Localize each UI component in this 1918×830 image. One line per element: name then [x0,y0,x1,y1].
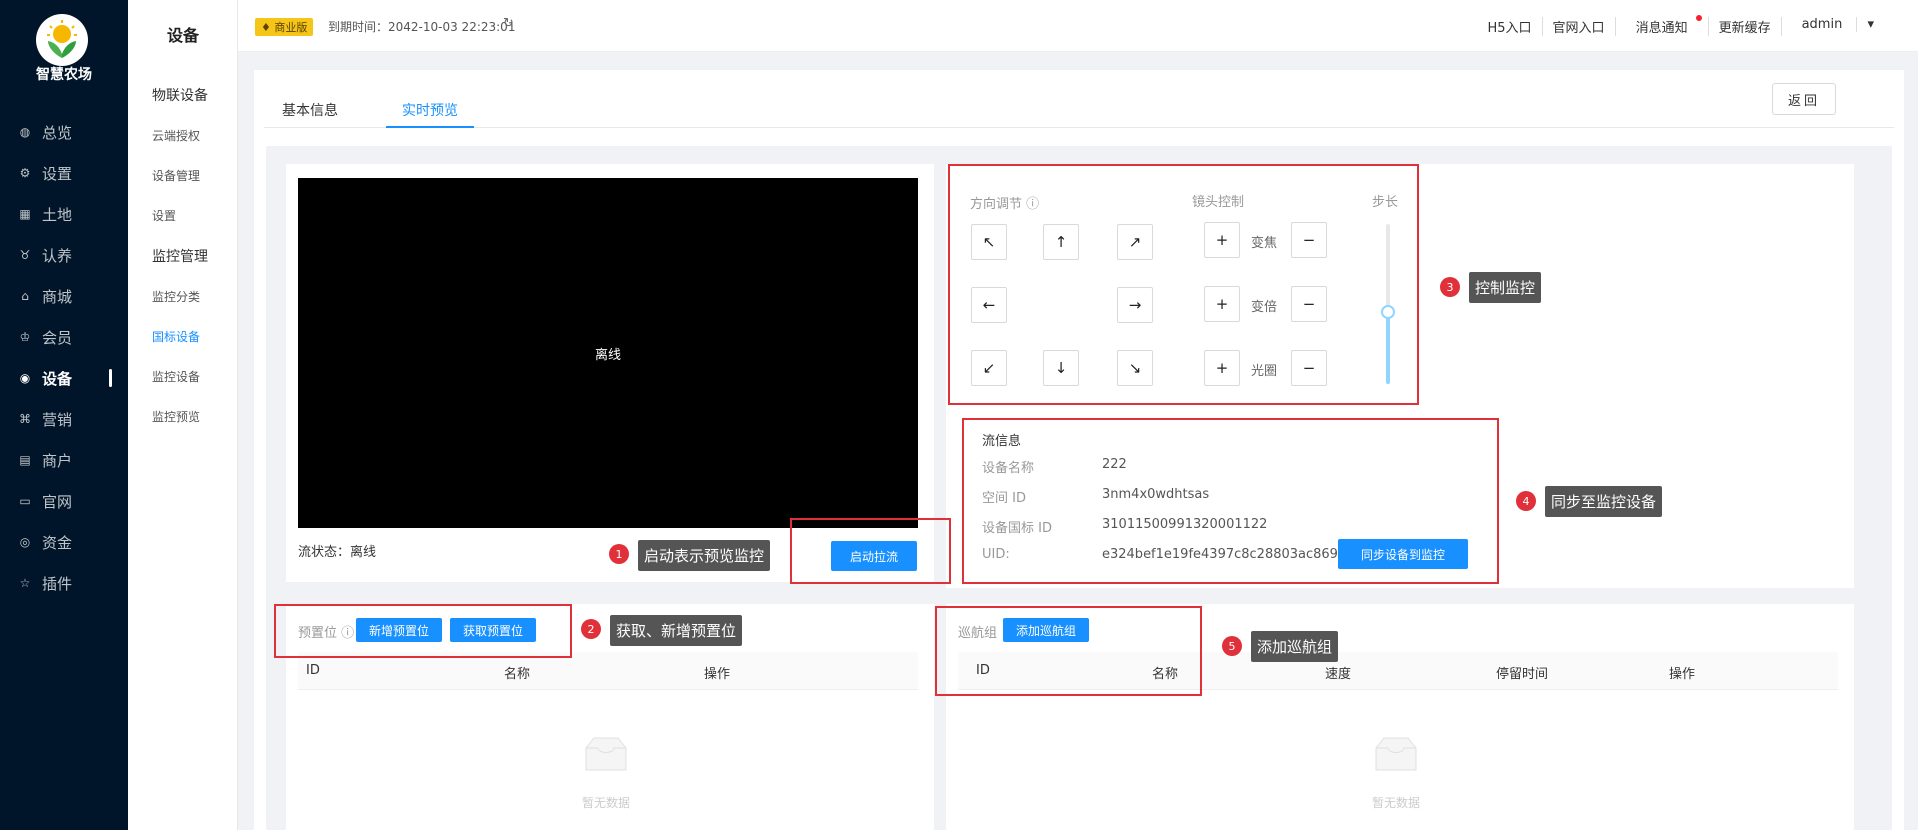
subnav-item-device-manage[interactable]: 设备管理 [152,167,200,184]
annotation-number-1: 1 [609,544,629,564]
annotation-label-4: 同步至监控设备 [1545,486,1663,517]
fund-icon: ◎ [19,535,31,549]
sidebar-item-land[interactable]: ▦ 土地 [0,194,128,234]
subnav-item-monitor-category[interactable]: 监控分类 [152,288,200,305]
video-player[interactable]: 离线 [298,178,918,528]
annotation-number-4: 4 [1516,491,1536,511]
grid-icon: ▦ [19,207,31,221]
empty-inbox-icon [1375,737,1417,771]
shop-icon: ⌂ [21,289,29,303]
subnav-group-monitor[interactable]: 监控管理 [152,246,208,266]
annotation-number-3: 3 [1440,277,1460,297]
sidebar-item-label: 认养 [42,246,73,265]
diamond-icon: ♦ [261,21,271,34]
marketing-icon: ⌘ [19,412,31,426]
col-name: 名称 [504,667,531,682]
h5-entry-link[interactable]: H5入口 [1478,17,1542,36]
sidebar-item-plugin[interactable]: ☆ 插件 [0,563,128,603]
annotation-label-5: 添加巡航组 [1251,631,1339,662]
sidebar-item-label: 商户 [42,451,73,470]
edition-badge: ♦ 商业版 [255,18,314,36]
dashboard-icon: ◍ [19,125,31,139]
sidebar-item-overview[interactable]: ◍ 总览 [0,112,128,152]
sidebar-item-member[interactable]: ♔ 会员 [0,317,128,357]
sidebar-item-label: 土地 [42,205,73,224]
header-links: H5入口 官网入口 消息通知 更新缓存 admin ▾ [1478,15,1895,36]
back-button[interactable]: 返回 [1772,83,1836,115]
subnav-item-gb-device[interactable]: 国标设备 [152,328,200,345]
device-icon: ◉ [19,371,31,385]
col-actions: 操作 [704,667,731,682]
star-icon: ☆ [19,576,31,590]
col-id: ID [306,663,320,678]
sidebar-item-label: 设备 [42,369,73,388]
sub-sidebar: 设备 物联设备 云端授权 设备管理 设置 监控管理 监控分类 国标设备 监控设备… [128,0,238,830]
sidebar-item-device[interactable]: ◉ 设备 [0,358,128,398]
sidebar-item-marketing[interactable]: ⌘ 营销 [0,399,128,439]
tab-divider [264,127,1894,128]
sidebar-item-label: 资金 [42,533,73,552]
annotation-label-1: 启动表示预览监控 [638,540,771,571]
subnav-title: 设备 [166,26,199,45]
merchant-icon: ▤ [19,453,31,467]
annotation-label-3: 控制监控 [1469,272,1542,303]
col-stay-time: 停留时间 [1496,667,1549,682]
notification-dot [1695,15,1702,21]
website-icon: ▭ [19,494,31,508]
website-entry-link[interactable]: 官网入口 [1541,17,1615,36]
caret-down-icon: ▾ [1856,17,1884,32]
sidebar-item-label: 总览 [42,123,73,142]
video-status: 离线 [594,347,621,363]
refresh-icon[interactable]: ↻ [503,16,514,31]
empty-inbox-icon [585,737,627,771]
col-actions: 操作 [1669,667,1696,682]
sidebar-item-label: 官网 [42,492,73,511]
annotation-number-2: 2 [581,619,601,639]
empty-text: 暂无数据 [1372,796,1421,810]
adopt-icon: ♉ [19,248,31,262]
col-speed: 速度 [1325,667,1352,682]
active-tab-indicator [386,126,474,128]
gear-icon: ⚙ [19,166,31,180]
notification-label: 消息通知 [1635,21,1688,36]
annotation-box-4 [962,418,1499,584]
top-header: ♦ 商业版 到期时间：2042-10-03 22:23:01 ↻ H5入口 官网… [238,0,1918,52]
sidebar-item-label: 插件 [42,574,73,593]
sidebar-item-settings[interactable]: ⚙ 设置 [0,153,128,193]
empty-text: 暂无数据 [582,796,631,810]
notification-link[interactable]: 消息通知 [1614,15,1708,36]
sidebar-item-label: 会员 [42,328,73,347]
username: admin [1801,17,1843,32]
sidebar-item-adopt[interactable]: ♉ 认养 [0,235,128,275]
annotation-label-2: 获取、新增预置位 [610,615,743,646]
stream-status: 流状态：离线 [298,545,377,560]
subnav-group-iot[interactable]: 物联设备 [152,85,208,105]
user-menu[interactable]: admin ▾ [1780,17,1894,36]
tab-realtime-preview[interactable]: 实时预览 [402,100,458,120]
annotation-box-1 [790,518,951,584]
farm-logo-icon[interactable] [36,14,88,66]
subnav-item-monitor-preview[interactable]: 监控预览 [152,408,200,425]
sidebar-item-merchant[interactable]: ▤ 商户 [0,440,128,480]
sidebar-item-label: 设置 [42,164,73,183]
logo-text: 智慧农场 [36,67,92,83]
sidebar-item-label: 营销 [42,410,73,429]
annotation-box-3 [948,164,1419,405]
sidebar-item-fund[interactable]: ◎ 资金 [0,522,128,562]
tab-basic-info[interactable]: 基本信息 [282,100,338,120]
sidebar-item-shop[interactable]: ⌂ 商城 [0,276,128,316]
main-sidebar: 智慧农场 ◍ 总览 ⚙ 设置 ▦ 土地 ♉ 认养 ⌂ 商城 ♔ 会员 ◉ 设备 ⌘ 营销 ▤ 商户… [0,0,128,830]
annotation-number-5: 5 [1222,636,1242,656]
annotation-box-5 [935,606,1202,696]
expire-time: 到期时间：2042-10-03 22:23:01 [328,20,516,34]
crown-icon: ♔ [19,330,31,344]
update-cache-link[interactable]: 更新缓存 [1707,17,1781,36]
subnav-item-settings[interactable]: 设置 [152,207,176,224]
sidebar-item-label: 商城 [42,287,73,306]
annotation-box-2 [274,604,572,658]
sidebar-item-website[interactable]: ▭ 官网 [0,481,128,521]
subnav-item-monitor-device[interactable]: 监控设备 [152,368,200,385]
subnav-item-cloud-auth[interactable]: 云端授权 [152,127,200,144]
edition-badge-label: 商业版 [274,21,308,34]
